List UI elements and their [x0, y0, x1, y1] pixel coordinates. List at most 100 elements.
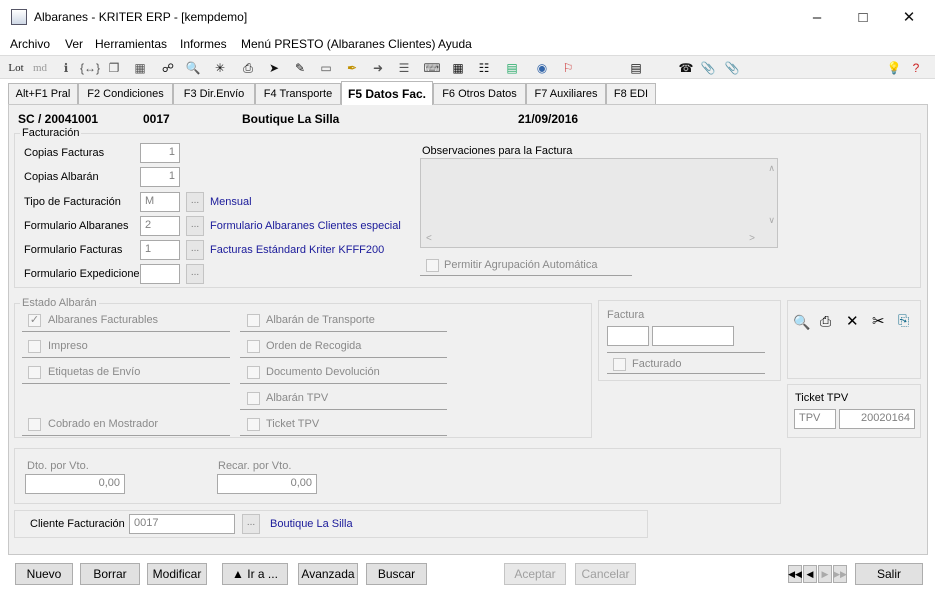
hierarchy-icon[interactable]: ☰ — [396, 60, 412, 76]
list-icon[interactable]: ☷ — [476, 60, 492, 76]
calendar-icon[interactable]: ▦ — [450, 60, 466, 76]
menu-ayuda[interactable]: Ayuda — [438, 37, 472, 51]
documento-devolucion-checkbox[interactable] — [247, 366, 260, 379]
avanzada-button[interactable]: Avanzada — [298, 563, 358, 585]
recar-field[interactable]: 0,00 — [217, 474, 317, 494]
cliente-lookup-button[interactable]: ... — [242, 514, 260, 534]
prev-record-button[interactable]: ◀ — [803, 565, 817, 583]
lightbulb-icon[interactable]: 💡 — [886, 60, 902, 76]
salir-button[interactable]: Salir — [855, 563, 923, 585]
menu-archivo[interactable]: Archivo — [10, 37, 50, 51]
lot-button[interactable]: Lot — [8, 60, 24, 76]
tipo-lookup-button[interactable]: ... — [186, 192, 204, 212]
form-albaranes-lookup-button[interactable]: ... — [186, 216, 204, 236]
binoculars-icon[interactable]: ☍ — [160, 60, 176, 76]
ticket-tpv-field[interactable]: TPV — [794, 409, 836, 429]
brackets-icon[interactable]: {↔} — [80, 60, 100, 76]
cliente-code-field[interactable]: 0017 — [129, 514, 235, 534]
copias-albaran-field[interactable]: 1 — [140, 167, 180, 187]
menu-ver[interactable]: Ver — [65, 37, 83, 51]
preview-icon[interactable]: 🔍 — [793, 314, 810, 331]
form-facturas-field[interactable]: 1 — [140, 240, 180, 260]
tag-icon[interactable]: ⚐ — [560, 60, 576, 76]
last-record-button[interactable]: ▶▶ — [833, 565, 847, 583]
borrar-button[interactable]: Borrar — [80, 563, 140, 585]
phone-icon[interactable]: ☎ — [678, 60, 694, 76]
tab-dir-envio[interactable]: F3 Dir.Envío — [173, 83, 255, 104]
albaran-tpv-checkbox[interactable] — [247, 392, 260, 405]
tab-transporte[interactable]: F4 Transporte — [255, 83, 341, 104]
disk-icon[interactable]: ◉ — [534, 60, 550, 76]
import-icon[interactable]: ➜ — [370, 60, 386, 76]
maximize-button[interactable]: □ — [840, 0, 886, 34]
tab-condiciones[interactable]: F2 Condiciones — [78, 83, 173, 104]
tab-edi[interactable]: F8 EDI — [606, 83, 656, 104]
impreso-checkbox[interactable] — [28, 340, 41, 353]
form-expediciones-field[interactable] — [140, 264, 180, 284]
send-icon[interactable]: ➤ — [266, 60, 282, 76]
printer-icon[interactable]: ⎙ — [820, 313, 831, 330]
printer-icon[interactable]: ⎙ — [240, 60, 256, 76]
aceptar-button[interactable]: Aceptar — [504, 563, 566, 585]
cobrado-checkbox[interactable] — [28, 418, 41, 431]
orden-recogida-checkbox[interactable] — [247, 340, 260, 353]
window-icon[interactable]: ▭ — [318, 60, 334, 76]
menu-presto[interactable]: Menú PRESTO (Albaranes Clientes) — [241, 37, 436, 51]
tipo-facturacion-field[interactable]: M — [140, 192, 180, 212]
facturado-checkbox[interactable] — [613, 358, 626, 371]
observaciones-textarea[interactable]: ∧ ∨ < > — [420, 158, 778, 248]
keyboard-icon[interactable]: ⌨ — [423, 60, 440, 76]
export-icon[interactable]: ⎘ — [898, 312, 909, 329]
tab-pral[interactable]: Alt+F1 Pral — [8, 83, 78, 104]
delete-icon[interactable]: ✕ — [846, 312, 859, 330]
menu-herramientas[interactable]: Herramientas — [95, 37, 167, 51]
factura-serie-field[interactable] — [607, 326, 649, 346]
menu-informes[interactable]: Informes — [180, 37, 227, 51]
scroll-up-icon[interactable]: ∧ — [768, 163, 775, 174]
tab-otros-datos[interactable]: F6 Otros Datos — [433, 83, 526, 104]
tree-icon[interactable]: ▦ — [132, 60, 148, 76]
tab-datos-fac[interactable]: F5 Datos Fac. — [341, 81, 433, 105]
attachment-icon[interactable]: 📎 — [700, 60, 716, 76]
documento-devolucion-label: Documento Devolución — [266, 366, 380, 378]
buscar-button[interactable]: Buscar — [366, 563, 427, 585]
scissors-icon[interactable]: ✂ — [872, 312, 885, 330]
highlight-icon[interactable]: ✒ — [344, 60, 360, 76]
albaranes-facturables-checkbox[interactable]: ✓ — [28, 314, 41, 327]
factura-number-field[interactable] — [652, 326, 734, 346]
clip-icon[interactable]: 📎 — [724, 60, 740, 76]
first-record-button[interactable]: ◀◀ — [788, 565, 802, 583]
help-icon[interactable]: ? — [908, 60, 924, 76]
star-icon[interactable]: ✳ — [212, 60, 228, 76]
info-icon[interactable]: ℹ — [58, 60, 74, 76]
scroll-down-icon[interactable]: ∨ — [768, 215, 775, 226]
ir-a-button[interactable]: ▲ Ir a ... — [222, 563, 288, 585]
etiquetas-checkbox[interactable] — [28, 366, 41, 379]
copy-icon[interactable]: ❐ — [106, 60, 122, 76]
albaran-transporte-checkbox[interactable] — [247, 314, 260, 327]
dto-field[interactable]: 0,00 — [25, 474, 125, 494]
ticket-number-field[interactable]: 20020164 — [839, 409, 915, 429]
albaranes-facturables-label: Albaranes Facturables — [48, 314, 159, 326]
cancelar-button[interactable]: Cancelar — [575, 563, 636, 585]
preview-icon[interactable]: 🔍 — [185, 60, 201, 76]
edit-icon[interactable]: ✎ — [292, 60, 308, 76]
modificar-button[interactable]: Modificar — [147, 563, 207, 585]
chart-icon[interactable]: ▤ — [504, 60, 520, 76]
tab-auxiliares[interactable]: F7 Auxiliares — [526, 83, 606, 104]
close-button[interactable]: ✕ — [886, 0, 932, 34]
permitir-checkbox[interactable] — [426, 259, 439, 272]
notes-icon[interactable]: ▤ — [628, 60, 644, 76]
form-albaranes-field[interactable]: 2 — [140, 216, 180, 236]
form-albaranes-desc: Formulario Albaranes Clientes especial — [210, 220, 401, 232]
nuevo-button[interactable]: Nuevo — [15, 563, 73, 585]
form-facturas-lookup-button[interactable]: ... — [186, 240, 204, 260]
form-expediciones-lookup-button[interactable]: ... — [186, 264, 204, 284]
scroll-left-icon[interactable]: < — [426, 233, 432, 244]
copias-facturas-field[interactable]: 1 — [140, 143, 180, 163]
md-button[interactable]: md — [32, 60, 48, 76]
minimize-button[interactable]: – — [794, 0, 840, 34]
ticket-tpv-checkbox[interactable] — [247, 418, 260, 431]
scroll-right-icon[interactable]: > — [749, 233, 755, 244]
next-record-button[interactable]: ▶ — [818, 565, 832, 583]
